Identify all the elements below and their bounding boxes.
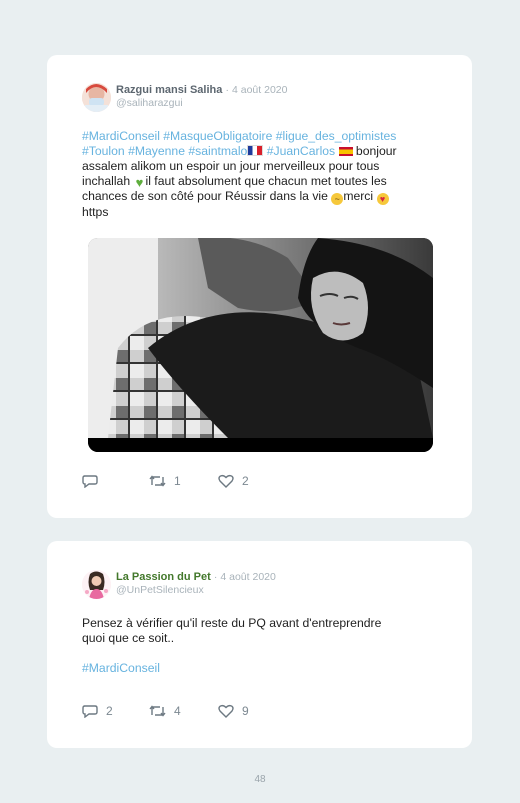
user-name[interactable]: Razgui mansi Saliha [116, 84, 222, 96]
tweet-card: Razgui mansi Saliha · 4 août 2020 @salih… [47, 55, 472, 518]
hashtag-line[interactable]: #MardiConseil #MasqueObligatoire #ligue_… [82, 129, 396, 143]
hashtag-line[interactable]: #Toulon #Mayenne #saintmalo [82, 144, 247, 158]
tweet-date[interactable]: 4 août 2020 [232, 84, 287, 96]
retweet-icon [149, 705, 166, 717]
user-name[interactable]: La Passion du Pet [116, 571, 211, 583]
kiss-face-icon: ♥ [376, 193, 389, 205]
like-button[interactable]: 2 [218, 473, 249, 488]
tweet-text-segment: il faut absolument que chacun met toutes… [145, 174, 387, 188]
reply-count: 2 [106, 703, 113, 718]
reply-icon [82, 475, 98, 489]
tweet-author[interactable]: Razgui mansi Saliha · 4 août 2020 [116, 84, 287, 96]
reply-button[interactable] [82, 473, 106, 489]
tweet-text-segment: bonjour [352, 144, 397, 158]
like-icon [218, 474, 234, 488]
tweet-text-segment: inchallah [82, 174, 134, 188]
crying-face-icon: ~ [331, 193, 344, 205]
tweet-text-line: quoi que ce soit.. [82, 631, 175, 645]
user-avatar[interactable] [82, 570, 111, 599]
user-handle[interactable]: @UnPetSilencieux [116, 584, 204, 596]
tweet-media[interactable] [88, 238, 433, 452]
like-icon [218, 704, 234, 718]
hashtag[interactable]: #JuanCarlos [267, 144, 335, 158]
retweet-button[interactable]: 1 [149, 473, 181, 488]
user-handle[interactable]: @saliharazgui [116, 97, 183, 109]
tweet-text-line: assalem alikom un espoir un jour merveil… [82, 159, 380, 173]
reply-icon [82, 705, 98, 719]
retweet-icon [149, 475, 166, 487]
tweet-link[interactable]: https [82, 205, 108, 219]
like-button[interactable]: 9 [218, 703, 249, 718]
user-avatar[interactable] [82, 83, 111, 112]
green-heart-icon: ♥ [135, 175, 144, 190]
retweet-count: 4 [174, 703, 181, 718]
page-number: 48 [254, 774, 266, 785]
france-flag-icon [247, 145, 264, 156]
separator: · [213, 571, 218, 583]
separator: · [225, 84, 229, 96]
hashtag[interactable]: #MardiConseil [82, 661, 160, 675]
reply-button[interactable]: 2 [82, 703, 113, 719]
tweet-author[interactable]: La Passion du Pet · 4 août 2020 [116, 571, 276, 583]
spain-flag-icon [338, 147, 353, 156]
retweet-count: 1 [174, 473, 181, 488]
like-count: 9 [242, 703, 249, 718]
tweet-text-segment: merci [343, 189, 377, 203]
tweet-card: La Passion du Pet · 4 août 2020 @UnPetSi… [47, 541, 472, 748]
tweet-text: #MardiConseil #MasqueObligatoire #ligue_… [82, 129, 432, 220]
tweet-date[interactable]: 4 août 2020 [220, 571, 275, 583]
tweet-text-segment: chances de son côté pour Réussir dans la… [82, 189, 332, 203]
tweet-text-line: Pensez à vérifier qu'il reste du PQ avan… [82, 616, 382, 630]
tweet-hashtags: #MardiConseil [82, 661, 432, 676]
tweet-text: Pensez à vérifier qu'il reste du PQ avan… [82, 616, 432, 646]
retweet-button[interactable]: 4 [149, 703, 181, 718]
like-count: 2 [242, 473, 249, 488]
